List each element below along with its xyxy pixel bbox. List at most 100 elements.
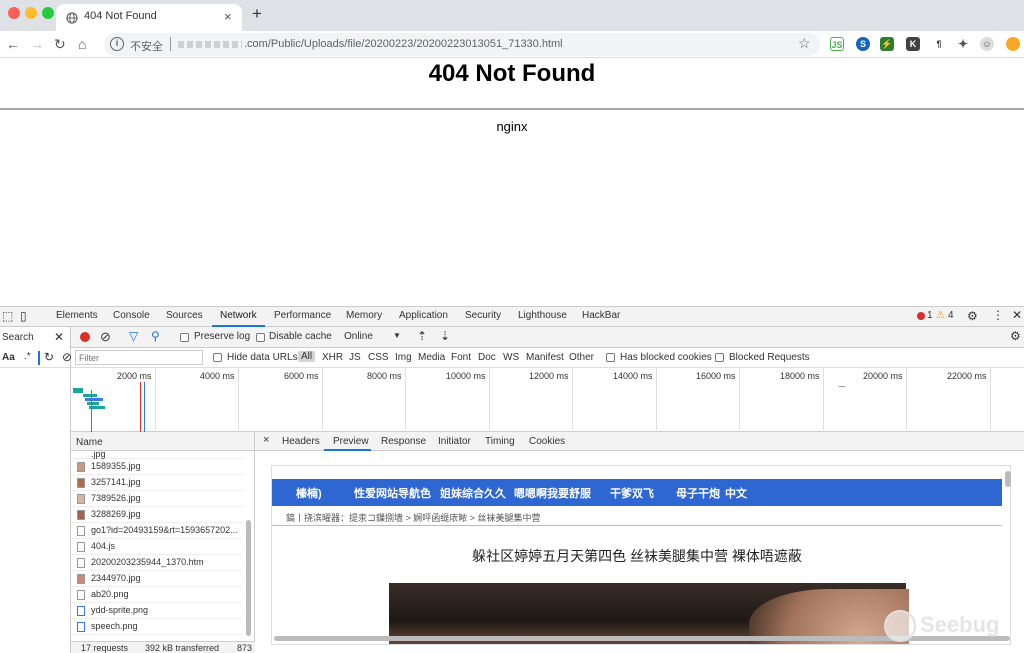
table-row[interactable]: speech.png <box>71 619 243 635</box>
tab-console[interactable]: Console <box>113 310 150 321</box>
window-minimize-button[interactable] <box>25 7 37 19</box>
update-icon[interactable]: ⬤ <box>1006 37 1020 51</box>
import-har-icon[interactable]: ⇡ <box>417 329 427 343</box>
preview-nav-item[interactable]: 性爱网站导航色 <box>354 485 431 501</box>
hide-data-urls-checkbox[interactable] <box>213 353 222 362</box>
preview-nav-item[interactable]: 母子干炮 <box>676 485 720 501</box>
preview-nav-item[interactable]: 干爹双飞 <box>610 485 654 501</box>
throttling-select[interactable]: Online <box>344 331 373 342</box>
inspect-element-icon[interactable]: ⬚ <box>2 309 13 323</box>
extension-k-icon[interactable]: K <box>906 37 920 51</box>
table-row[interactable]: 3257141.jpg <box>71 475 243 491</box>
tab-hackbar[interactable]: HackBar <box>582 310 620 321</box>
request-list-scrollbar[interactable] <box>246 520 251 636</box>
preview-nav-item[interactable]: 中文 <box>725 485 747 501</box>
table-row[interactable]: 404.js <box>71 539 243 555</box>
warning-icon[interactable]: ⚠ <box>936 310 945 321</box>
tab-application[interactable]: Application <box>399 310 448 321</box>
error-count[interactable]: 1 <box>927 310 933 321</box>
tab-preview[interactable]: Preview <box>333 436 369 447</box>
name-column-header[interactable]: Name <box>71 432 255 451</box>
more-options-icon[interactable]: ⋮ <box>992 308 1004 322</box>
profile-avatar[interactable]: ☺ <box>980 37 994 51</box>
type-filter-xhr[interactable]: XHR <box>322 352 343 363</box>
extension-pilcrow-icon[interactable]: ¶ <box>932 37 946 51</box>
tab-elements[interactable]: Elements <box>56 310 98 321</box>
table-row[interactable]: 7389526.jpg <box>71 491 243 507</box>
preview-nav-item[interactable]: 榛楠) <box>296 485 322 501</box>
tab-security[interactable]: Security <box>465 310 501 321</box>
type-filter-doc[interactable]: Doc <box>478 352 496 363</box>
type-filter-media[interactable]: Media <box>418 352 445 363</box>
tab-lighthouse[interactable]: Lighthouse <box>518 310 567 321</box>
warning-count[interactable]: 4 <box>948 310 954 321</box>
tab-sources[interactable]: Sources <box>166 310 203 321</box>
tab-initiator[interactable]: Initiator <box>438 436 471 447</box>
table-row[interactable]: 3288269.jpg <box>71 507 243 523</box>
extension-bolt-icon[interactable]: ⚡ <box>880 37 894 51</box>
type-filter-img[interactable]: Img <box>395 352 412 363</box>
table-row[interactable]: .jpg <box>71 451 243 459</box>
type-filter-js[interactable]: JS <box>349 352 361 363</box>
record-button[interactable] <box>80 332 90 342</box>
export-har-icon[interactable]: ⇣ <box>440 329 450 343</box>
table-row[interactable]: 20200203235944_1370.htm <box>71 555 243 571</box>
info-icon[interactable]: i <box>110 37 124 51</box>
forward-icon[interactable]: → <box>30 35 44 53</box>
match-case-toggle[interactable]: Aa <box>2 352 15 363</box>
type-filter-manifest[interactable]: Manifest <box>526 352 564 363</box>
filter-icon[interactable]: ▽ <box>129 329 138 343</box>
table-row[interactable]: 2344970.jpg <box>71 571 243 587</box>
clear-icon[interactable]: ⊘ <box>100 329 111 345</box>
network-settings-icon[interactable]: ⚙ <box>1010 329 1021 343</box>
reload-icon[interactable]: ↻ <box>54 35 66 53</box>
tab-headers[interactable]: Headers <box>282 436 320 447</box>
bookmark-star-icon[interactable]: ☆ <box>798 35 811 52</box>
browser-tab[interactable]: 404 Not Found × <box>56 4 242 31</box>
preserve-log-checkbox[interactable] <box>180 333 189 342</box>
table-row[interactable]: ab20.png <box>71 587 243 603</box>
back-icon[interactable]: ← <box>6 35 20 53</box>
tab-network[interactable]: Network <box>220 310 257 321</box>
type-filter-all[interactable]: All <box>298 351 316 362</box>
tab-performance[interactable]: Performance <box>274 310 331 321</box>
refresh-search-icon[interactable]: ↻ <box>44 350 54 364</box>
device-toolbar-icon[interactable]: ▯ <box>20 309 27 323</box>
disable-cache-checkbox[interactable] <box>256 333 265 342</box>
url-text[interactable]: .com/Public/Uploads/file/20200223/202002… <box>244 38 563 50</box>
extension-js-icon[interactable]: JS <box>830 37 844 51</box>
close-devtools-icon[interactable]: ✕ <box>1012 308 1022 322</box>
preview-nav-item[interactable]: 姐妹综合久久 <box>440 485 506 501</box>
search-input-caret[interactable] <box>38 351 40 365</box>
table-row[interactable]: ydd-sprite.png <box>71 603 243 619</box>
home-icon[interactable]: ⌂ <box>78 35 86 53</box>
search-icon[interactable]: ⚲ <box>151 329 160 343</box>
tab-close-icon[interactable]: × <box>224 9 232 24</box>
close-detail-icon[interactable]: × <box>263 434 269 446</box>
tab-timing[interactable]: Timing <box>485 436 515 447</box>
type-filter-other[interactable]: Other <box>569 352 594 363</box>
close-search-icon[interactable]: ✕ <box>54 330 64 344</box>
blocked-requests-checkbox[interactable] <box>715 353 724 362</box>
tab-memory[interactable]: Memory <box>346 310 382 321</box>
table-row[interactable]: go1?id=20493159&rt=1593657202... <box>71 523 243 539</box>
chevron-down-icon[interactable]: ▼ <box>393 331 401 340</box>
preview-vertical-scrollbar[interactable] <box>1005 471 1011 487</box>
window-zoom-button[interactable] <box>42 7 54 19</box>
table-row[interactable]: 1589355.jpg <box>71 459 243 475</box>
error-icon[interactable] <box>917 312 925 320</box>
new-tab-button[interactable]: + <box>252 4 262 24</box>
blocked-cookies-checkbox[interactable] <box>606 353 615 362</box>
preview-nav-item[interactable]: 嗯嗯啊我要舒服 <box>514 485 591 501</box>
tab-cookies[interactable]: Cookies <box>529 436 565 447</box>
regex-toggle[interactable]: .* <box>24 351 31 362</box>
type-filter-font[interactable]: Font <box>451 352 471 363</box>
extension-s-icon[interactable]: S <box>856 37 870 51</box>
type-filter-css[interactable]: CSS <box>368 352 389 363</box>
address-bar[interactable]: i 不安全 .com/Public/Uploads/file/20200223/… <box>104 33 820 56</box>
settings-gear-icon[interactable]: ⚙ <box>967 309 978 323</box>
tab-response[interactable]: Response <box>381 436 426 447</box>
extensions-puzzle-icon[interactable]: ✦ <box>956 37 970 51</box>
network-overview-timeline[interactable]: 2000 ms 4000 ms 6000 ms 8000 ms 10000 ms… <box>71 368 1024 432</box>
type-filter-ws[interactable]: WS <box>503 352 519 363</box>
